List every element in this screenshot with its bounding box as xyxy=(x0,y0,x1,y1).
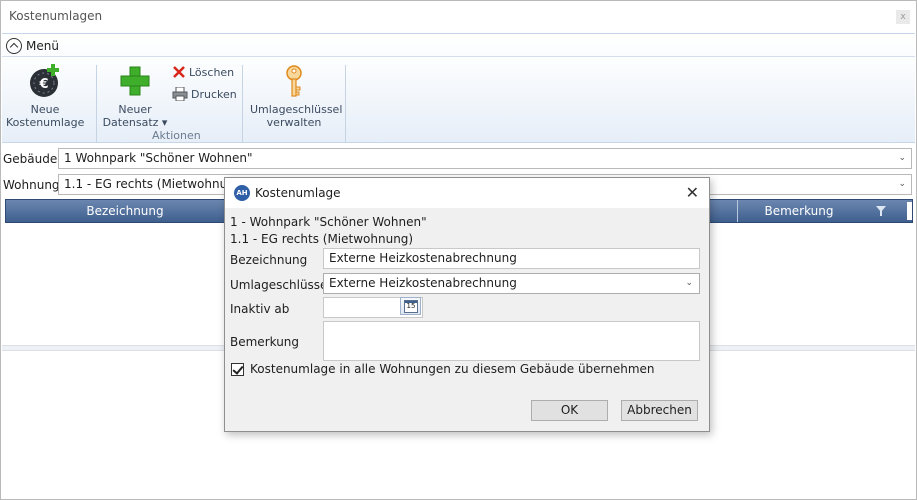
calendar-button[interactable]: 15 xyxy=(400,297,421,315)
allocation-key-label: Umlageschlüssel xyxy=(230,278,331,292)
manage-keys-label-1: Umlageschlüssel xyxy=(250,103,343,116)
key-icon xyxy=(286,65,302,97)
building-label: Gebäude xyxy=(3,152,58,166)
ribbon-separator xyxy=(242,65,243,143)
info-building: 1 - Wohnpark "Schöner Wohnen" xyxy=(230,215,427,229)
ribbon-group-label: Aktionen xyxy=(152,129,201,142)
designation-input[interactable]: Externe Heizkostenabrechnung xyxy=(323,248,700,269)
menu-label: Menü xyxy=(26,39,59,53)
filter-funnel-icon[interactable] xyxy=(876,206,886,216)
manage-keys-label-2: verwalten xyxy=(266,116,322,129)
calendar-icon: 15 xyxy=(404,300,418,313)
designation-input-value: Externe Heizkostenabrechnung xyxy=(329,251,517,265)
building-select-value: 1 Wohnpark "Schöner Wohnen" xyxy=(64,151,253,165)
apply-to-all-label: Kostenumlage in alle Wohnungen zu diesem… xyxy=(250,362,655,376)
ribbon-separator xyxy=(96,65,97,143)
cost-allocation-dialog: AH Kostenumlage ✕ 1 - Wohnpark "Schöner … xyxy=(224,177,710,432)
apply-to-all-row[interactable]: Kostenumlage in alle Wohnungen zu diesem… xyxy=(231,362,655,376)
grid-header-endcap xyxy=(907,202,912,220)
chevron-up-circle-icon xyxy=(6,38,22,54)
info-apartment: 1.1 - EG rechts (Mietwohnung) xyxy=(230,232,414,246)
remark-label: Bemerkung xyxy=(230,335,300,349)
cancel-button[interactable]: Abbrechen xyxy=(621,400,698,421)
calendar-day: 15 xyxy=(406,302,416,310)
ok-button[interactable]: OK xyxy=(531,400,608,421)
apply-to-all-checkbox[interactable] xyxy=(231,362,244,376)
app-logo-icon: AH xyxy=(234,185,250,201)
ribbon-body: € Neue Kostenumlage Neuer Datensatz ▾ Lö… xyxy=(2,56,915,143)
new-record-label-1: Neuer xyxy=(118,103,152,116)
svg-text:€: € xyxy=(38,77,48,92)
apartment-select-value: 1.1 - EG rechts (Mietwohnung) xyxy=(64,177,248,191)
window-close-button[interactable]: x xyxy=(896,10,910,24)
new-allocation-button[interactable]: € Neue Kostenumlage xyxy=(6,63,84,129)
print-button[interactable]: Drucken xyxy=(172,87,237,101)
designation-label: Bezeichnung xyxy=(230,253,308,267)
print-label: Drucken xyxy=(191,87,237,101)
column-header-remark[interactable]: Bemerkung xyxy=(738,200,860,222)
delete-label: Löschen xyxy=(189,65,235,79)
new-allocation-label-1: Neue xyxy=(30,103,60,116)
chevron-down-icon: ⌄ xyxy=(898,153,906,163)
dialog-title: Kostenumlage xyxy=(255,186,341,200)
apartment-label: Wohnung xyxy=(3,178,60,192)
title-bar: Kostenumlagen x xyxy=(1,1,916,33)
allocation-key-value: Externe Heizkostenabrechnung xyxy=(329,276,517,290)
new-record-button[interactable]: Neuer Datensatz ▾ xyxy=(102,63,168,129)
allocation-key-select[interactable]: Externe Heizkostenabrechnung ⌄ xyxy=(323,273,700,294)
dialog-title-bar: AH Kostenumlage ✕ xyxy=(225,178,709,208)
inactive-from-date-input[interactable]: 15 xyxy=(323,297,423,318)
ribbon: Menü € Neue Kostenumlage Neuer Datensatz… xyxy=(2,33,915,143)
inactive-from-label: Inaktiv ab xyxy=(230,302,290,316)
chevron-down-icon: ⌄ xyxy=(685,278,693,288)
ribbon-separator xyxy=(345,65,346,143)
window-title: Kostenumlagen xyxy=(9,9,103,23)
building-select[interactable]: 1 Wohnpark "Schöner Wohnen" ⌄ xyxy=(58,148,912,169)
euro-globe-add-icon: € xyxy=(30,64,59,97)
remark-textarea[interactable] xyxy=(323,321,700,361)
menu-collapse-toggle[interactable]: Menü xyxy=(6,38,59,54)
printer-icon xyxy=(172,87,188,101)
chevron-down-icon: ⌄ xyxy=(898,179,906,189)
dialog-close-button[interactable]: ✕ xyxy=(686,183,699,202)
manage-keys-button[interactable]: Umlageschlüssel verwalten xyxy=(250,63,343,129)
column-header-designation[interactable]: Bezeichnung xyxy=(6,200,244,222)
new-allocation-label-2: Kostenumlage xyxy=(6,116,85,129)
red-x-icon xyxy=(173,66,185,78)
green-plus-icon xyxy=(120,66,150,96)
delete-button[interactable]: Löschen xyxy=(172,65,234,79)
new-record-label-2: Datensatz ▾ xyxy=(102,116,168,129)
